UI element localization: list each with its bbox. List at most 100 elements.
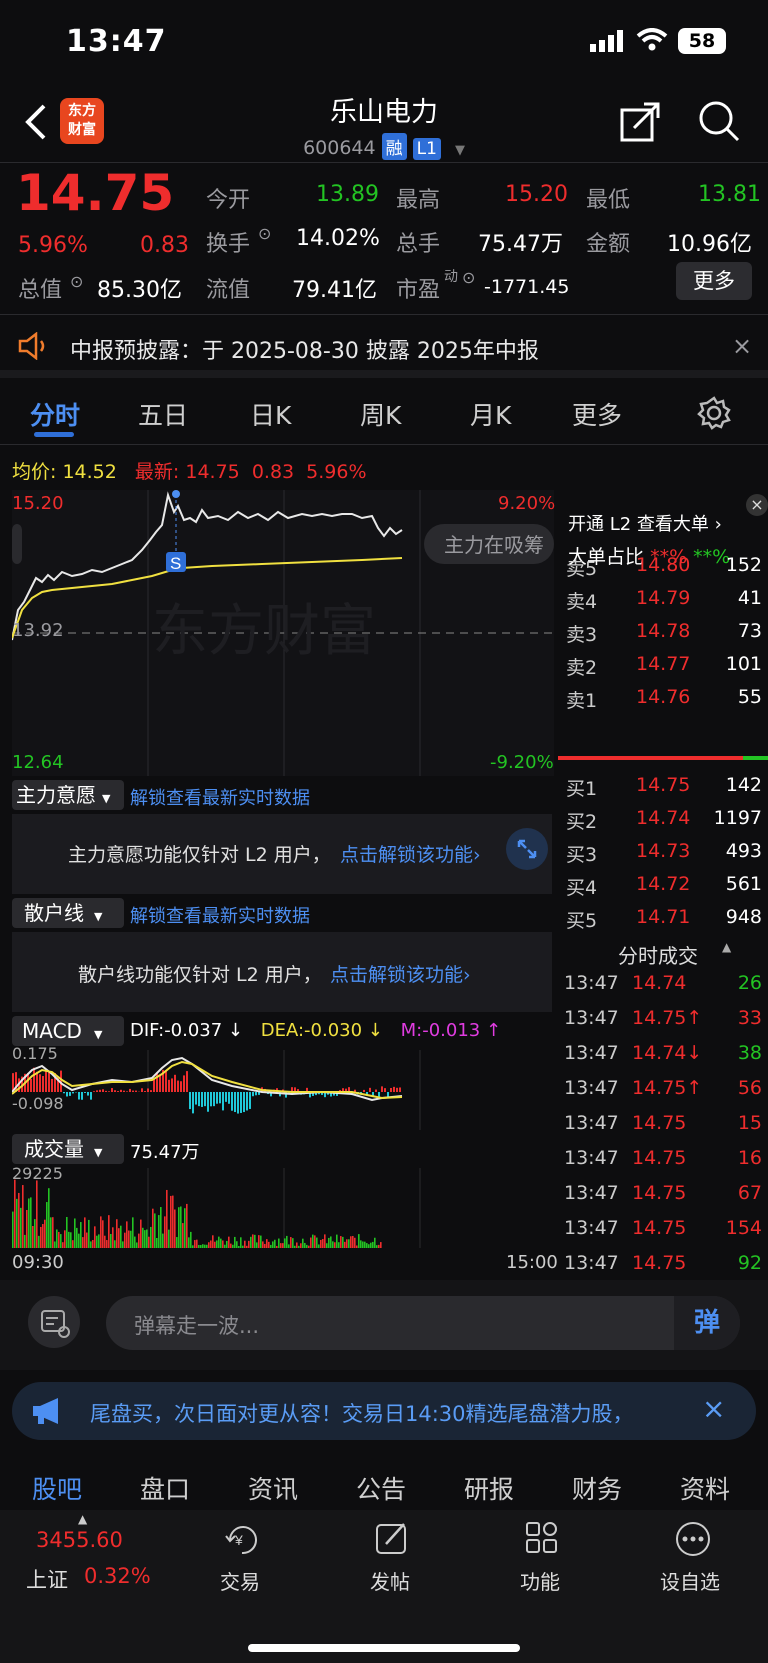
more-dots-icon[interactable] <box>674 1520 712 1562</box>
tab-daily-k[interactable]: 日K <box>250 396 291 432</box>
tick-volume: 16 <box>737 1147 762 1169</box>
promo-banner[interactable]: 尾盘买，次日面对更从容！交易日14:30精选尾盘潜力股， × <box>12 1382 756 1440</box>
section-guba[interactable]: 股吧 <box>32 1470 82 1506</box>
volume-bar <box>28 1198 30 1248</box>
volume-bar <box>246 1245 248 1248</box>
macd-bar <box>132 1090 134 1092</box>
tab-weekly-k[interactable]: 周K <box>360 396 401 432</box>
ticks-title[interactable]: 分时成交 <box>618 940 698 969</box>
expand-icon[interactable] <box>506 828 548 870</box>
order-book-row[interactable]: 买5 14.71 948 <box>558 906 768 936</box>
level-volume: 101 <box>725 653 762 675</box>
macd-bar <box>156 1072 158 1092</box>
share-icon[interactable] <box>620 102 660 146</box>
section-announcement[interactable]: 公告 <box>356 1470 406 1506</box>
macd-bar <box>363 1089 365 1092</box>
close-icon[interactable]: × <box>702 1392 725 1425</box>
order-book-row[interactable]: 买3 14.73 493 <box>558 840 768 870</box>
macd-bar <box>234 1092 236 1113</box>
volume-bar <box>336 1234 338 1248</box>
section-pankou[interactable]: 盘口 <box>140 1470 190 1506</box>
tab-fenshi[interactable]: 分时 <box>30 396 80 432</box>
index-value[interactable]: 3455.60 <box>36 1528 123 1552</box>
open-value: 13.89 <box>316 182 379 207</box>
notice-text[interactable]: 中报预披露：于 2025-08-30 披露 2025年中报 <box>70 333 539 365</box>
level-price: 14.75 <box>636 774 691 796</box>
index-percent[interactable]: 0.32% <box>84 1564 151 1588</box>
macd-bar <box>384 1088 386 1092</box>
volume-bar <box>16 1198 18 1248</box>
post-icon[interactable] <box>374 1520 410 1560</box>
macd-bar <box>237 1092 239 1114</box>
volume-bar <box>40 1226 42 1248</box>
nav-trade[interactable]: 交易 <box>220 1566 260 1595</box>
order-book-row[interactable]: 卖3 14.78 73 <box>558 620 768 650</box>
search-icon[interactable] <box>698 100 740 146</box>
danmu-input[interactable]: 弹幕走一波... 弹 <box>106 1296 740 1350</box>
tab-more[interactable]: 更多 <box>572 396 622 432</box>
last-value: 14.75 <box>185 461 240 483</box>
info-icon[interactable]: ⊙ <box>258 224 271 243</box>
tab-five-day[interactable]: 五日 <box>138 396 188 432</box>
chart-info-row: 均价: 14.52 最新: 14.75 0.83 5.96% <box>12 457 367 484</box>
function-icon[interactable] <box>524 1520 560 1560</box>
section-finance[interactable]: 财务 <box>572 1470 622 1506</box>
volume-bar <box>182 1223 184 1248</box>
volume-bar <box>278 1238 280 1248</box>
volume-bar <box>68 1231 70 1248</box>
nav-post[interactable]: 发帖 <box>370 1566 410 1595</box>
caret-up-icon[interactable]: ▲ <box>722 940 731 954</box>
trade-icon[interactable]: ¥ <box>222 1522 262 1562</box>
volume-bar <box>60 1234 62 1248</box>
sanhu-selector[interactable]: 散户线 ▼ <box>12 898 124 928</box>
macd-bar <box>84 1092 86 1093</box>
macd-selector[interactable]: MACD ▼ <box>12 1016 124 1046</box>
index-name[interactable]: 上证 <box>26 1564 68 1594</box>
tick-volume: 38 <box>737 1042 762 1064</box>
section-profile[interactable]: 资料 <box>680 1470 730 1506</box>
more-button[interactable]: 更多 <box>676 262 752 300</box>
section-research[interactable]: 研报 <box>464 1470 514 1506</box>
order-book-row[interactable]: 买2 14.74 1197 <box>558 807 768 837</box>
volume-bar <box>176 1237 178 1248</box>
gear-icon[interactable] <box>697 396 731 434</box>
danmu-settings-icon[interactable] <box>28 1296 80 1348</box>
danmu-send-button[interactable]: 弹 <box>674 1296 740 1350</box>
tick-row: 13:47 14.75 92 <box>558 1252 768 1282</box>
volume-selector[interactable]: 成交量 ▼ <box>12 1134 124 1164</box>
order-book-row[interactable]: 卖5 14.80 152 <box>558 554 768 584</box>
amount-label: 金额 <box>586 232 631 257</box>
section-news[interactable]: 资讯 <box>248 1470 298 1506</box>
volume-bar <box>374 1237 376 1248</box>
order-book-row[interactable]: 买4 14.72 561 <box>558 873 768 903</box>
avg-label: 均价: <box>12 461 57 483</box>
sanhu-unlock-button[interactable]: 点击解锁该功能› <box>330 960 471 987</box>
volume-bar <box>256 1242 258 1248</box>
order-book-row[interactable]: 卖2 14.77 101 <box>558 653 768 683</box>
close-icon[interactable]: × <box>732 332 752 360</box>
volume-bar <box>326 1243 328 1248</box>
sanhu-unlock-link[interactable]: 解锁查看最新实时数据 <box>130 902 310 928</box>
volume-bar <box>356 1245 358 1248</box>
chevron-down-icon[interactable]: ▼ <box>455 143 465 158</box>
intraday-chart[interactable]: 东方财富 S 主力在吸筹 15.20 13.92 12.64 9.20% -9.… <box>11 490 555 776</box>
zhuli-selector[interactable]: 主力意愿 ▼ <box>12 780 124 810</box>
time-end: 15:00 <box>506 1252 558 1273</box>
order-book-row[interactable]: 买1 14.75 142 <box>558 774 768 804</box>
mcap-value: 85.30亿 <box>97 278 182 303</box>
info-icon[interactable]: ⊙ <box>70 272 83 291</box>
info-icon[interactable]: ⊙ <box>462 268 475 287</box>
close-icon[interactable]: × <box>746 494 768 516</box>
nav-function[interactable]: 功能 <box>520 1566 560 1595</box>
tab-monthly-k[interactable]: 月K <box>470 396 511 432</box>
nav-watchlist[interactable]: 设自选 <box>660 1566 720 1595</box>
volume-bar <box>136 1242 138 1248</box>
zhuli-unlock-link[interactable]: 解锁查看最新实时数据 <box>130 784 310 810</box>
order-book-row[interactable]: 卖4 14.79 41 <box>558 587 768 617</box>
l2-open-link[interactable]: 开通 L2 查看大单 › <box>568 510 722 536</box>
macd-bar <box>168 1079 170 1092</box>
order-book-row[interactable]: 卖1 14.76 55 <box>558 686 768 716</box>
caret-up-icon[interactable]: ▲ <box>78 1512 87 1526</box>
zhuli-unlock-button[interactable]: 点击解锁该功能› <box>340 840 481 867</box>
macd-bar <box>249 1092 251 1109</box>
